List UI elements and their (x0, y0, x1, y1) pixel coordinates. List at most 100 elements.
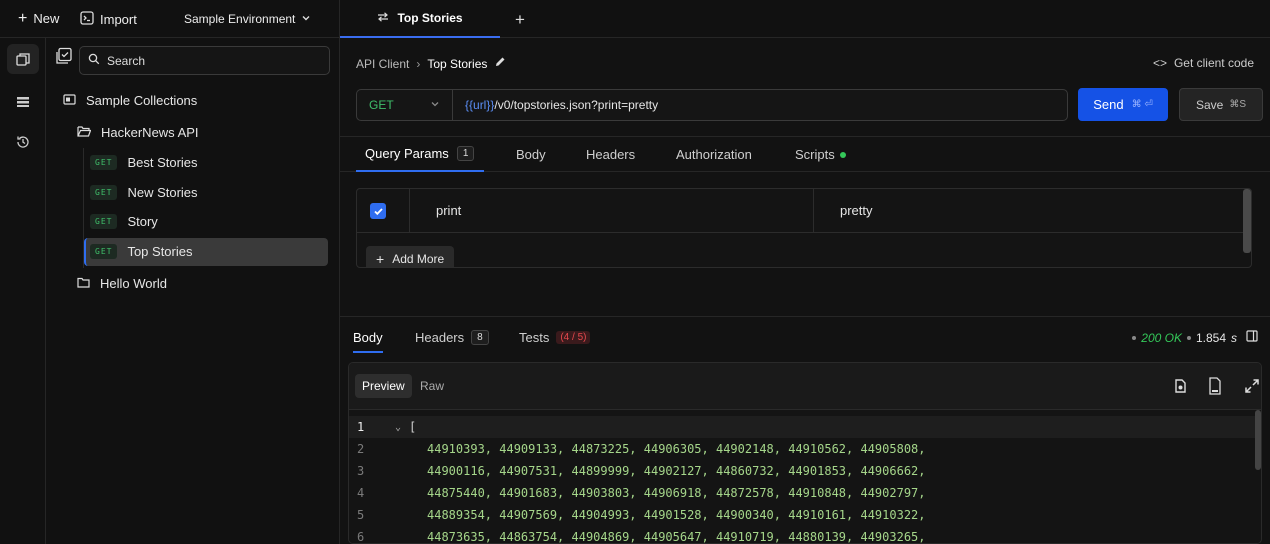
tab-authorization[interactable]: Authorization (676, 137, 752, 172)
sidebar-item-top-stories[interactable]: GET Top Stories (84, 238, 328, 266)
search-placeholder: Search (107, 53, 146, 68)
tab-label: Body (516, 147, 546, 162)
response-viewer: Preview Raw 1 ⌄ [ 2 44910393, 44909133, … (348, 362, 1262, 544)
tab-label: Query Params (365, 146, 449, 161)
tab-response-body[interactable]: Body (353, 330, 383, 353)
expand-icon[interactable] (1245, 379, 1259, 396)
params-table: print pretty + Add More (356, 188, 1252, 268)
code-text: 44900116, 44907531, 44899999, 44902127, … (427, 464, 926, 478)
tab-top-stories[interactable]: Top Stories (340, 0, 500, 38)
breadcrumb-current: Top Stories (427, 56, 488, 71)
response-tabs: Body Headers 8 Tests (4 / 5) 200 OK 1.85… (340, 316, 1270, 360)
tab-label: Body (353, 330, 383, 345)
add-more-label: Add More (392, 252, 445, 266)
scrollbar[interactable] (1243, 189, 1251, 253)
get-client-code-label: Get client code (1173, 56, 1254, 70)
response-time-unit: s (1231, 330, 1237, 345)
sidebar-item-story[interactable]: GET Story (90, 214, 158, 229)
line-number: 4 (357, 486, 365, 500)
line-number: 3 (357, 464, 365, 478)
tab-label: Tests (519, 330, 550, 345)
sidebar-item-hello-world[interactable]: Hello World (77, 276, 167, 291)
tab-response-tests[interactable]: Tests (4 / 5) (519, 330, 591, 345)
tab-label: Top Stories (397, 11, 463, 25)
sidebar-item-hackernews-api[interactable]: HackerNews API (77, 125, 199, 140)
environment-label: Sample Environment (184, 11, 296, 26)
import-button[interactable]: Import (80, 11, 137, 28)
url-variable: {{url}} (465, 98, 495, 112)
method-select[interactable]: GET (356, 89, 452, 121)
panel-toggle-icon[interactable] (1246, 330, 1258, 345)
send-label: Send (1093, 97, 1124, 112)
new-button[interactable]: + New (18, 9, 59, 27)
code-text: 44889354, 44907569, 44904993, 44901528, … (427, 508, 926, 522)
status-code: 200 OK (1141, 330, 1182, 345)
save-button[interactable]: Save ⌘S (1179, 88, 1263, 121)
response-code: 1 ⌄ [ 2 44910393, 44909133, 44873225, 44… (349, 410, 1261, 544)
sidebar-item-best-stories[interactable]: GET Best Stories (90, 155, 198, 170)
plus-icon: + (18, 9, 28, 27)
add-tab-icon[interactable]: + (515, 10, 525, 30)
breadcrumb-root[interactable]: API Client (356, 57, 409, 71)
collection-icon (63, 93, 76, 108)
chevron-down-icon (430, 98, 440, 112)
url-input[interactable]: {{url}} /v0/topstories.json?print=pretty (452, 89, 1068, 121)
request-tabs: Query Params 1 Body Headers Authorizatio… (340, 136, 1270, 172)
tab-body[interactable]: Body (516, 137, 546, 172)
pencil-icon[interactable] (494, 56, 506, 71)
main-panel: Top Stories + API Client › Top Stories <… (340, 0, 1270, 544)
tab-label: Headers (415, 330, 465, 345)
new-collection-icon[interactable] (55, 47, 73, 68)
response-status: 200 OK 1.854 s (1132, 330, 1258, 345)
environment-select[interactable]: Sample Environment (184, 11, 311, 26)
import-label: Import (100, 12, 137, 27)
param-enabled-checkbox[interactable] (370, 203, 386, 219)
tab-headers[interactable]: Headers (586, 137, 635, 172)
send-button[interactable]: Send ⌘ ⏎ (1078, 88, 1168, 121)
param-row: print pretty (357, 189, 1251, 233)
copy-icon[interactable] (1173, 378, 1187, 397)
plus-icon: + (376, 251, 385, 267)
line-number: 5 (357, 508, 365, 522)
top-toolbar: + New Import Sample Environment (0, 0, 340, 38)
tab-label: Authorization (676, 147, 752, 162)
fold-icon[interactable]: ⌄ (395, 422, 401, 433)
environments-icon[interactable] (7, 87, 39, 117)
history-icon[interactable] (7, 127, 39, 157)
collections-icon[interactable] (7, 44, 39, 74)
icon-rail (0, 38, 46, 544)
count-badge: 1 (456, 146, 475, 161)
param-key[interactable]: print (436, 203, 461, 218)
swap-icon (377, 11, 389, 25)
raw-label: Raw (420, 379, 445, 393)
scrollbar[interactable] (1255, 410, 1261, 470)
download-icon[interactable] (1207, 377, 1223, 398)
code-text: [ (409, 420, 417, 434)
tab-response-headers[interactable]: Headers 8 (415, 330, 489, 345)
code-line: 6 44873635, 44863754, 44904869, 44905647… (349, 526, 1261, 544)
get-client-code-link[interactable]: <> Get client code (1153, 56, 1254, 70)
sidebar-item-label: Hello World (100, 276, 167, 291)
tab-scripts[interactable]: Scripts (795, 137, 846, 172)
preview-toggle[interactable]: Preview (355, 374, 412, 398)
tab-query-params[interactable]: Query Params 1 (356, 137, 485, 172)
chevron-down-icon (301, 11, 311, 26)
code-line: 3 44900116, 44907531, 44899999, 44902127… (349, 460, 1261, 482)
breadcrumb: API Client › Top Stories (356, 56, 506, 71)
code-text: 44873635, 44863754, 44904869, 44905647, … (427, 530, 926, 544)
line-number: 1 (357, 420, 365, 434)
code-text: 44875440, 44901683, 44903803, 44906918, … (427, 486, 926, 500)
status-dot (839, 151, 846, 158)
sidebar-item-label: New Stories (127, 185, 198, 200)
add-more-button[interactable]: + Add More (366, 246, 455, 267)
search-input[interactable]: Search (79, 46, 330, 75)
sidebar-item-label: Top Stories (127, 244, 193, 259)
tab-label: Scripts (795, 147, 835, 162)
sidebar-item-sample-collections[interactable]: Sample Collections (63, 93, 197, 108)
terminal-icon (80, 11, 94, 28)
param-value[interactable]: pretty (840, 203, 873, 218)
save-label: Save (1195, 97, 1224, 112)
sidebar-item-new-stories[interactable]: GET New Stories (90, 185, 198, 200)
raw-toggle[interactable]: Raw (420, 379, 444, 393)
method-badge: GET (90, 214, 118, 229)
